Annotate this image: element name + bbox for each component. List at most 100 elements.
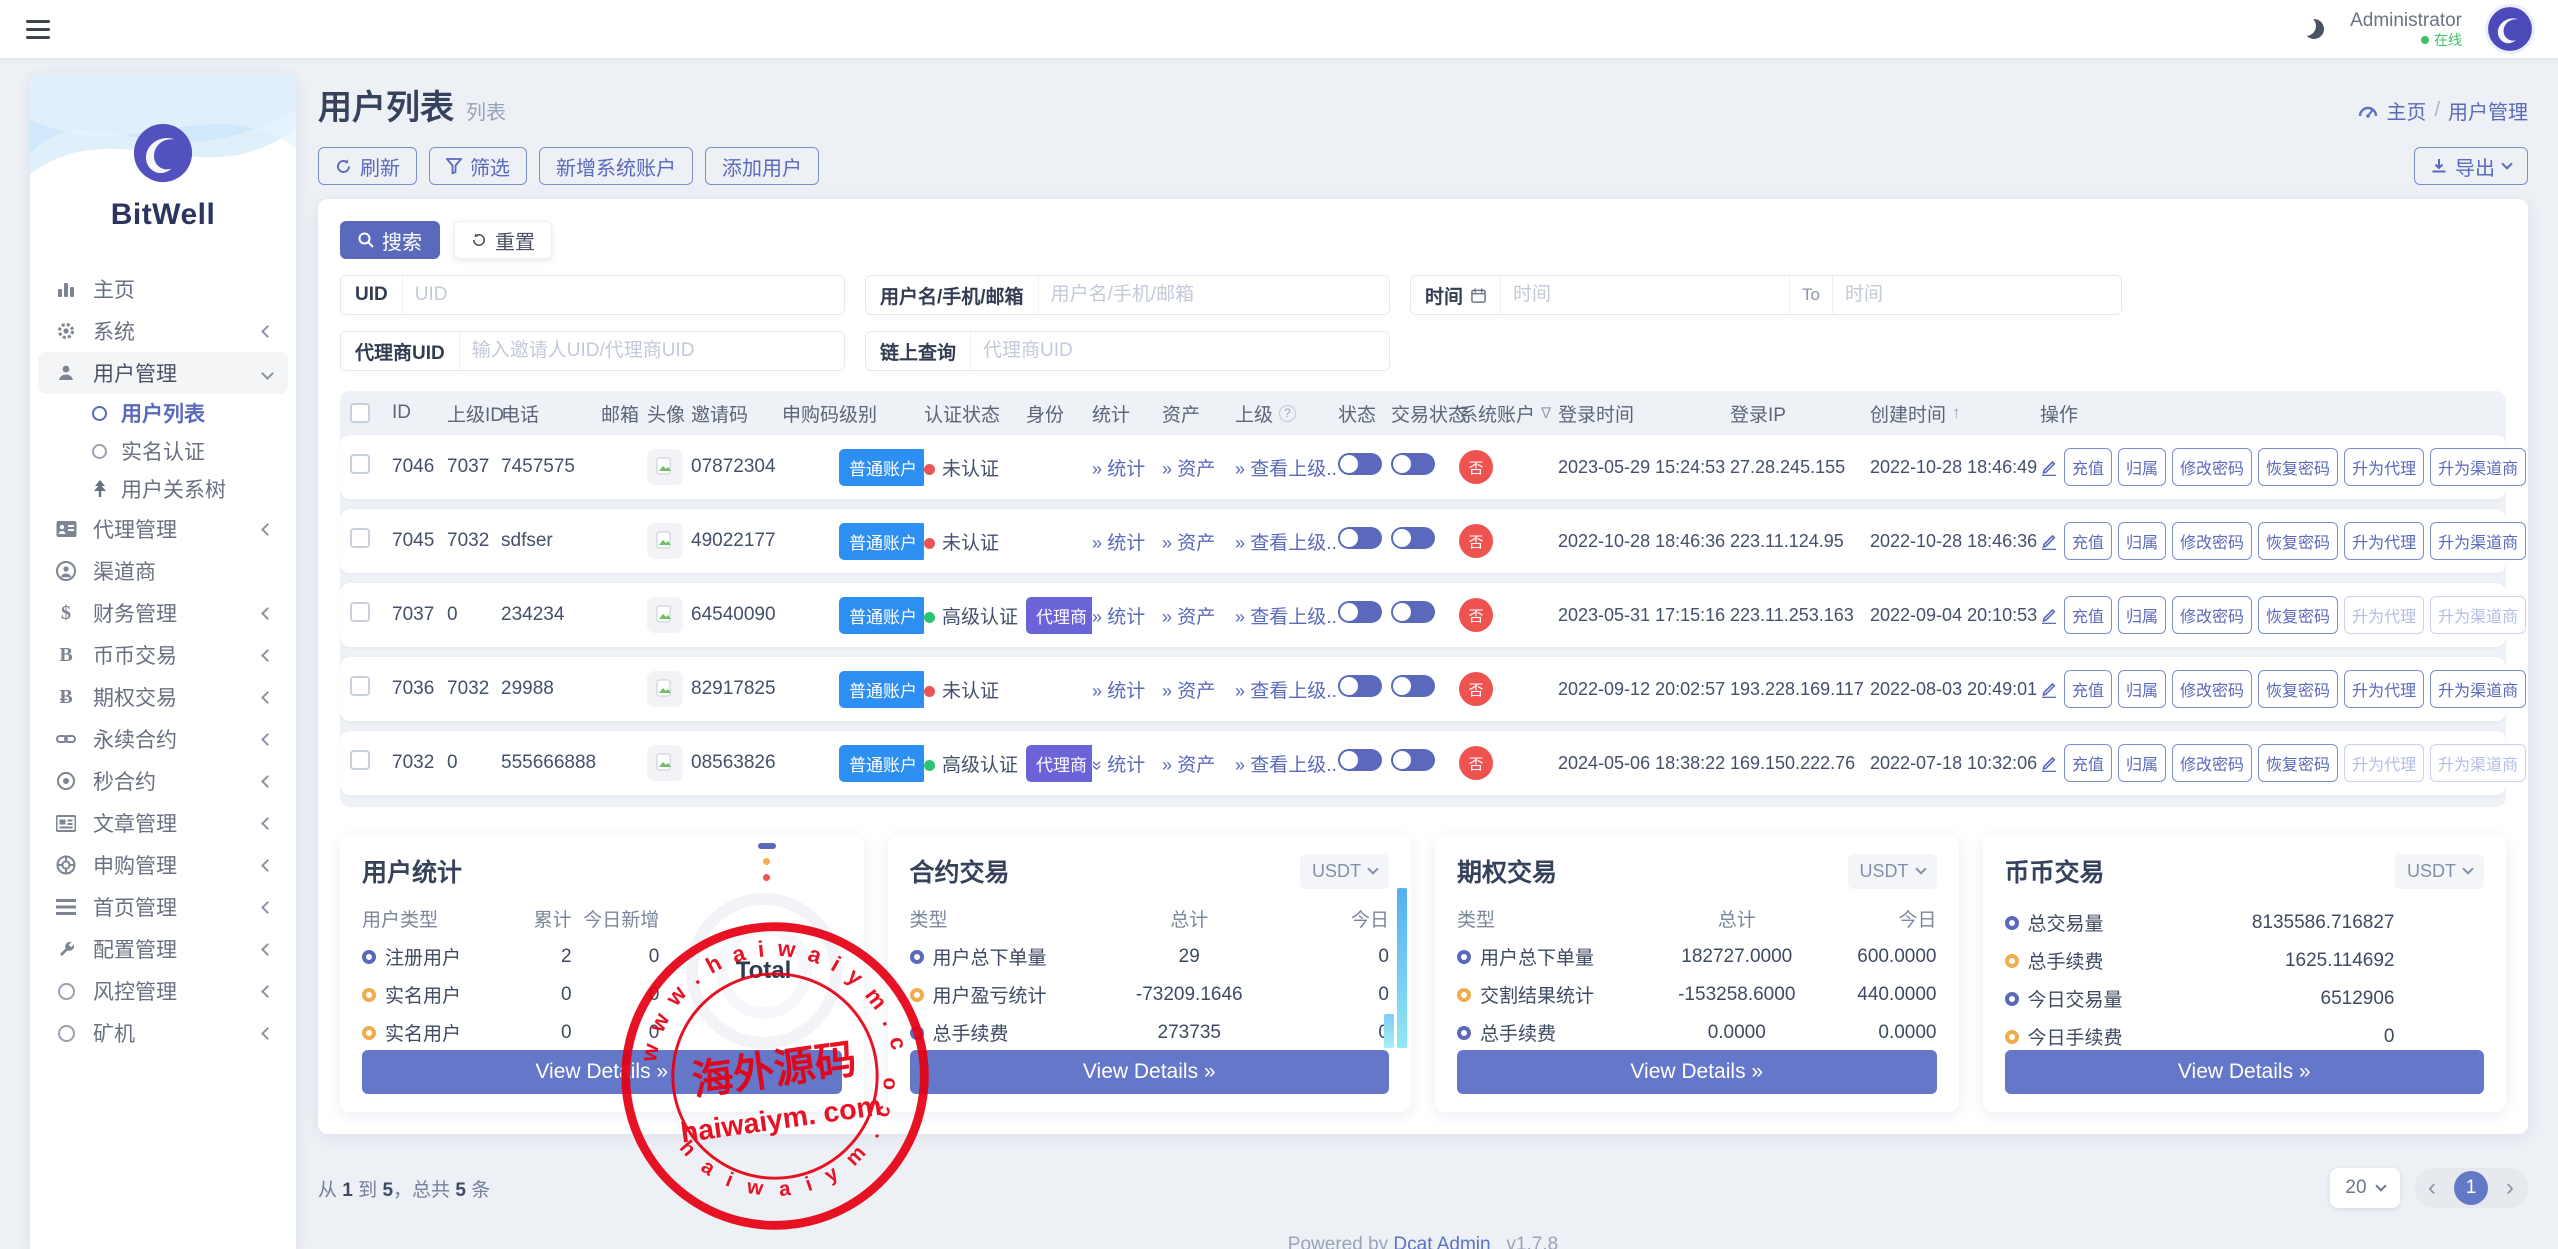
change-password-button[interactable]: 修改密码 [2172, 448, 2252, 486]
trade-status-toggle[interactable] [1391, 601, 1435, 623]
breadcrumb-current[interactable]: 用户管理 [2448, 96, 2528, 125]
row-checkbox[interactable] [350, 602, 370, 622]
sidebar-item-home[interactable]: 主页 [30, 268, 296, 310]
export-button[interactable]: 导出 [2414, 147, 2528, 185]
promote-agent-button[interactable]: 升为代理 [2344, 448, 2424, 486]
promote-agent-button[interactable]: 升为代理 [2344, 596, 2424, 634]
sidebar-item-agent-management[interactable]: 代理管理 [30, 508, 296, 550]
stats-link[interactable]: » 统计 [1092, 533, 1145, 554]
sidebar-item-finance[interactable]: $ 财务管理 [30, 592, 296, 634]
view-parent-link[interactable]: » 查看上级... [1235, 533, 1338, 554]
sidebar-item-config[interactable]: 配置管理 [30, 928, 296, 970]
recharge-button[interactable]: 充值 [2064, 596, 2112, 634]
edit-icon[interactable] [2040, 680, 2058, 698]
view-parent-link[interactable]: » 查看上级... [1235, 681, 1338, 702]
view-parent-link[interactable]: » 查看上级... [1235, 607, 1338, 628]
assets-link[interactable]: » 资产 [1162, 755, 1215, 776]
reset-password-button[interactable]: 恢复密码 [2258, 522, 2338, 560]
refresh-button[interactable]: 刷新 [318, 147, 417, 185]
sidebar-item-spot-trade[interactable]: B 币币交易 [30, 634, 296, 676]
add-user-button[interactable]: 添加用户 [705, 147, 819, 185]
stats-link[interactable]: » 统计 [1092, 459, 1145, 480]
belong-button[interactable]: 归属 [2118, 744, 2166, 782]
sidebar-item-system[interactable]: 系统 [30, 310, 296, 352]
sidebar-item-user-management[interactable]: 用户管理 [38, 352, 288, 394]
sidebar-item-options-trade[interactable]: Ƀ 期权交易 [30, 676, 296, 718]
trade-status-toggle[interactable] [1391, 749, 1435, 771]
trade-status-toggle[interactable] [1391, 527, 1435, 549]
recharge-button[interactable]: 充值 [2064, 522, 2112, 560]
stats-link[interactable]: » 统计 [1092, 607, 1145, 628]
currency-select[interactable]: USDT [1300, 854, 1389, 889]
status-toggle[interactable] [1338, 527, 1382, 549]
status-toggle[interactable] [1338, 601, 1382, 623]
sidebar-item-channel[interactable]: 渠道商 [30, 550, 296, 592]
sidebar-item-realname-auth[interactable]: 实名认证 [30, 432, 296, 470]
promote-channel-button[interactable]: 升为渠道商 [2430, 448, 2526, 486]
reset-password-button[interactable]: 恢复密码 [2258, 448, 2338, 486]
reset-password-button[interactable]: 恢复密码 [2258, 670, 2338, 708]
promote-agent-button[interactable]: 升为代理 [2344, 670, 2424, 708]
row-checkbox[interactable] [350, 750, 370, 770]
view-parent-link[interactable]: » 查看上级... [1235, 459, 1338, 480]
page-size-select[interactable]: 20 [2330, 1168, 2400, 1208]
view-details-button[interactable]: View Details » [2005, 1050, 2485, 1094]
sidebar-item-homepage[interactable]: 首页管理 [30, 886, 296, 928]
belong-button[interactable]: 归属 [2118, 670, 2166, 708]
change-password-button[interactable]: 修改密码 [2172, 596, 2252, 634]
edit-icon[interactable] [2040, 606, 2058, 624]
row-checkbox[interactable] [350, 454, 370, 474]
trade-status-toggle[interactable] [1391, 453, 1435, 475]
dark-mode-icon[interactable] [2302, 17, 2326, 41]
assets-link[interactable]: » 资产 [1162, 607, 1215, 628]
sidebar-item-article[interactable]: 文章管理 [30, 802, 296, 844]
sidebar-item-perpetual[interactable]: 永续合约 [30, 718, 296, 760]
sidebar-item-user-list[interactable]: 用户列表 [30, 394, 296, 432]
add-system-account-button[interactable]: 新增系统账户 [539, 147, 693, 185]
status-toggle[interactable] [1338, 453, 1382, 475]
view-details-button[interactable]: View Details » [362, 1050, 842, 1094]
status-toggle[interactable] [1338, 749, 1382, 771]
time-to-input[interactable] [1833, 276, 2121, 314]
time-from-input[interactable] [1501, 276, 1789, 314]
promote-channel-button[interactable]: 升为渠道商 [2430, 522, 2526, 560]
reset-password-button[interactable]: 恢复密码 [2258, 596, 2338, 634]
belong-button[interactable]: 归属 [2118, 596, 2166, 634]
sidebar-item-subscription[interactable]: 申购管理 [30, 844, 296, 886]
currency-select[interactable]: USDT [1848, 854, 1937, 889]
dcat-admin-link[interactable]: Dcat Admin [1393, 1234, 1490, 1249]
recharge-button[interactable]: 充值 [2064, 744, 2112, 782]
belong-button[interactable]: 归属 [2118, 522, 2166, 560]
sortable-header[interactable]: 创建时间↑ [1870, 400, 2040, 427]
recharge-button[interactable]: 充值 [2064, 448, 2112, 486]
edit-icon[interactable] [2040, 458, 2058, 476]
avatar[interactable] [2488, 7, 2532, 51]
promote-channel-button[interactable]: 升为渠道商 [2430, 596, 2526, 634]
filter-button[interactable]: 筛选 [429, 147, 527, 185]
change-password-button[interactable]: 修改密码 [2172, 744, 2252, 782]
help-icon[interactable]: ? [1279, 405, 1296, 422]
change-password-button[interactable]: 修改密码 [2172, 522, 2252, 560]
currency-select[interactable]: USDT [2395, 854, 2484, 889]
sidebar-item-second-contract[interactable]: 秒合约 [30, 760, 296, 802]
stats-link[interactable]: » 统计 [1092, 681, 1145, 702]
sidebar-item-risk[interactable]: 风控管理 [30, 970, 296, 1012]
view-details-button[interactable]: View Details » [1457, 1050, 1937, 1094]
belong-button[interactable]: 归属 [2118, 448, 2166, 486]
uid-input[interactable] [403, 276, 844, 314]
edit-icon[interactable] [2040, 532, 2058, 550]
prev-page-button[interactable]: ‹ [2426, 1176, 2438, 1200]
promote-agent-button[interactable]: 升为代理 [2344, 522, 2424, 560]
assets-link[interactable]: » 资产 [1162, 459, 1215, 480]
sidebar-item-user-tree[interactable]: 用户关系树 [30, 470, 296, 508]
recharge-button[interactable]: 充值 [2064, 670, 2112, 708]
promote-channel-button[interactable]: 升为渠道商 [2430, 744, 2526, 782]
next-page-button[interactable]: › [2504, 1176, 2516, 1200]
reset-password-button[interactable]: 恢复密码 [2258, 744, 2338, 782]
view-parent-link[interactable]: » 查看上级... [1235, 755, 1338, 776]
change-password-button[interactable]: 修改密码 [2172, 670, 2252, 708]
reset-button[interactable]: 重置 [454, 221, 552, 259]
assets-link[interactable]: » 资产 [1162, 681, 1215, 702]
menu-toggle-icon[interactable] [26, 20, 50, 39]
current-page-button[interactable]: 1 [2454, 1171, 2488, 1205]
